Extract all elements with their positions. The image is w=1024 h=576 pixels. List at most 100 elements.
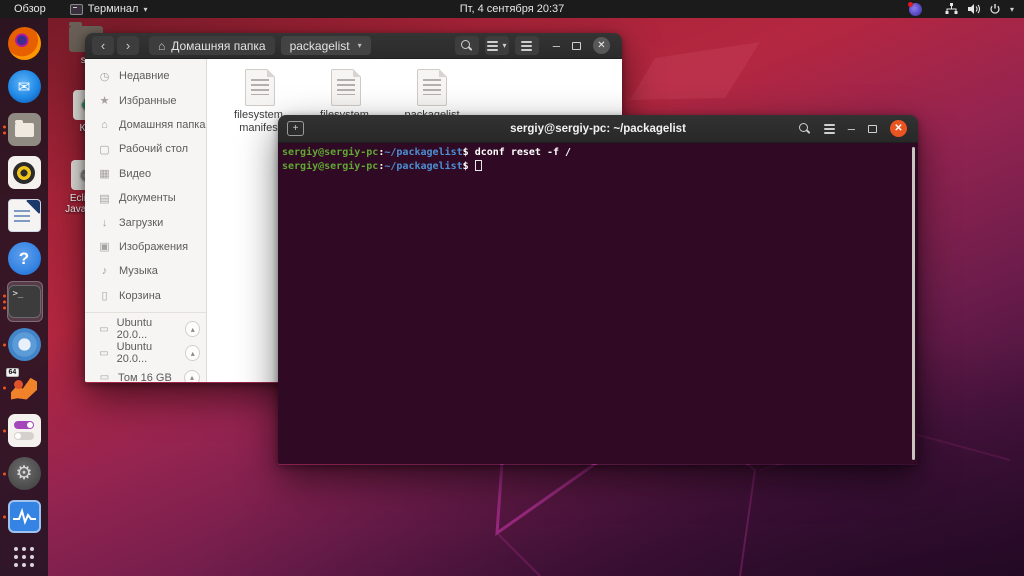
sidebar-device-1[interactable]: ▭Ubuntu 20.0...▴ bbox=[85, 341, 206, 365]
dock-item-app-64[interactable]: 64 bbox=[2, 366, 46, 409]
terminal-scrollbar[interactable] bbox=[912, 147, 915, 460]
maximize-button[interactable] bbox=[572, 42, 581, 50]
files-titlebar[interactable]: ‹ › ⌂ Домашняя папка packagelist ▾ ▾ – bbox=[85, 33, 622, 59]
dock-item-rhythmbox[interactable] bbox=[2, 151, 46, 194]
sidebar-item-downloads[interactable]: ↓ Загрузки bbox=[85, 210, 206, 234]
sidebar-item-video[interactable]: ▦ Видео bbox=[85, 162, 206, 186]
network-icon bbox=[945, 3, 958, 15]
running-indicator-dots bbox=[3, 386, 6, 389]
forward-button[interactable]: › bbox=[117, 36, 139, 55]
sidebar-item-images[interactable]: ▣Изображения bbox=[85, 235, 206, 259]
maximize-button[interactable] bbox=[868, 125, 877, 133]
downloads-icon: ↓ bbox=[98, 217, 111, 229]
dock: ✉? >_ 64 ⚙ bbox=[0, 18, 48, 576]
sidebar-places: ◷Недавние★Избранные⌂Домашняя папка▢Рабоч… bbox=[85, 64, 206, 308]
text-file-icon bbox=[417, 69, 447, 106]
dock-item-help[interactable]: ? bbox=[2, 237, 46, 280]
view-toggle-button[interactable]: ▾ bbox=[485, 36, 509, 55]
drive-icon: ▭ bbox=[98, 372, 111, 382]
sidebar-item-label: Загрузки bbox=[119, 217, 163, 229]
libreoffice-writer-icon bbox=[8, 199, 41, 232]
dock-item-terminal[interactable]: >_ bbox=[2, 280, 46, 323]
sidebar-device-2[interactable]: ▭Том 16 GB▴ bbox=[85, 366, 206, 382]
chevron-down-icon: ▾ bbox=[358, 41, 362, 50]
home-icon: ⌂ bbox=[98, 119, 111, 131]
sidebar-item-label: Музыка bbox=[119, 265, 158, 277]
sidebar-item-music[interactable]: ♪ Музыка bbox=[85, 259, 206, 283]
sidebar-item-label: Документы bbox=[119, 192, 176, 204]
hamburger-icon[interactable] bbox=[824, 128, 835, 130]
desktop: se♻Кор⚙Eclipse Java Dev ‹ › ⌂ Домашняя п… bbox=[0, 0, 1024, 576]
terminal-mini-icon bbox=[70, 4, 83, 15]
search-icon[interactable] bbox=[798, 122, 811, 135]
settings-icon: ⚙ bbox=[8, 457, 41, 490]
badge-64: 64 bbox=[6, 368, 20, 377]
dock-item-thunderbird[interactable]: ✉ bbox=[2, 65, 46, 108]
status-app-icon[interactable] bbox=[909, 3, 922, 16]
list-view-icon bbox=[487, 45, 498, 47]
video-icon: ▦ bbox=[98, 167, 111, 180]
breadcrumb-current[interactable]: packagelist ▾ bbox=[281, 36, 371, 55]
prompt-dollar: $ bbox=[463, 161, 469, 172]
sidebar-device-0[interactable]: ▭Ubuntu 20.0...▴ bbox=[85, 317, 206, 341]
command-text: dconf reset -f / bbox=[469, 147, 571, 158]
eject-button[interactable]: ▴ bbox=[185, 345, 200, 361]
volume-icon bbox=[967, 3, 980, 15]
terminal-line: sergiy@sergiy-pc:~/packagelist$ dconf re… bbox=[282, 146, 908, 160]
terminal-output[interactable]: sergiy@sergiy-pc:~/packagelist$ dconf re… bbox=[278, 143, 918, 464]
system-indicators[interactable]: ▾ bbox=[909, 0, 1024, 18]
system-monitor-icon bbox=[8, 500, 41, 533]
running-indicator-dots bbox=[3, 515, 6, 518]
running-indicator-dots bbox=[3, 472, 6, 475]
activities-button[interactable]: Обзор bbox=[0, 0, 60, 18]
minimize-button[interactable]: – bbox=[553, 38, 560, 53]
sidebar-item-trash[interactable]: ▯Корзина bbox=[85, 284, 206, 308]
eject-button[interactable]: ▴ bbox=[184, 370, 200, 382]
sidebar-item-recent[interactable]: ◷Недавние bbox=[85, 64, 206, 88]
search-icon bbox=[460, 39, 473, 52]
breadcrumb-home[interactable]: ⌂ Домашняя папка bbox=[149, 36, 275, 55]
dock-item-system-monitor[interactable] bbox=[2, 495, 46, 538]
app-64-icon: 64 bbox=[8, 371, 41, 404]
eject-button[interactable]: ▴ bbox=[185, 321, 200, 337]
app-menu[interactable]: Терминал ▾ bbox=[60, 0, 158, 18]
menu-button[interactable] bbox=[515, 36, 539, 55]
recent-icon: ◷ bbox=[98, 70, 111, 83]
search-button[interactable] bbox=[455, 36, 479, 55]
prompt-path: ~/packagelist bbox=[384, 147, 462, 158]
new-tab-icon[interactable]: + bbox=[287, 121, 304, 136]
running-indicator-dots bbox=[3, 125, 6, 134]
documents-icon: ▤ bbox=[98, 192, 111, 205]
drive-icon: ▭ bbox=[98, 324, 110, 335]
sidebar-item-desktop[interactable]: ▢Рабочий стол bbox=[85, 137, 206, 161]
dock-item-settings[interactable]: ⚙ bbox=[2, 452, 46, 495]
sidebar-item-label: Видео bbox=[119, 168, 151, 180]
sidebar-item-star[interactable]: ★Избранные bbox=[85, 88, 206, 112]
terminal-window: + sergiy@sergiy-pc: ~/packagelist – ✕ se… bbox=[278, 115, 918, 465]
terminal-icon: >_ bbox=[8, 285, 41, 318]
desktop-icon: ▢ bbox=[98, 143, 111, 156]
terminal-title: sergiy@sergiy-pc: ~/packagelist bbox=[510, 123, 686, 135]
close-button[interactable]: ✕ bbox=[593, 37, 610, 54]
star-icon: ★ bbox=[98, 94, 111, 107]
chevron-down-icon: ▾ bbox=[143, 5, 147, 14]
sidebar-item-label: Изображения bbox=[119, 241, 188, 253]
chevron-down-icon: ▾ bbox=[1010, 5, 1014, 14]
back-button[interactable]: ‹ bbox=[92, 36, 114, 55]
dock-item-files[interactable] bbox=[2, 108, 46, 151]
clock[interactable]: Пт, 4 сентября 20:37 bbox=[460, 0, 565, 18]
music-icon: ♪ bbox=[98, 265, 111, 277]
dock-item-libreoffice-writer[interactable] bbox=[2, 194, 46, 237]
sidebar-item-home[interactable]: ⌂Домашняя папка bbox=[85, 113, 206, 137]
dock-item-firefox[interactable] bbox=[2, 22, 46, 65]
dock-item-chromium[interactable] bbox=[2, 323, 46, 366]
minimize-button[interactable]: – bbox=[848, 121, 855, 136]
terminal-titlebar[interactable]: + sergiy@sergiy-pc: ~/packagelist – ✕ bbox=[278, 115, 918, 143]
text-file-icon bbox=[331, 69, 361, 106]
sidebar-item-documents[interactable]: ▤ Документы bbox=[85, 186, 206, 210]
terminal-line: sergiy@sergiy-pc:~/packagelist$ bbox=[282, 160, 908, 174]
close-button[interactable]: ✕ bbox=[890, 120, 907, 137]
show-applications-button[interactable] bbox=[14, 547, 34, 567]
files-sidebar: ◷Недавние★Избранные⌂Домашняя папка▢Рабоч… bbox=[85, 59, 207, 382]
dock-item-tweaks[interactable] bbox=[2, 409, 46, 452]
